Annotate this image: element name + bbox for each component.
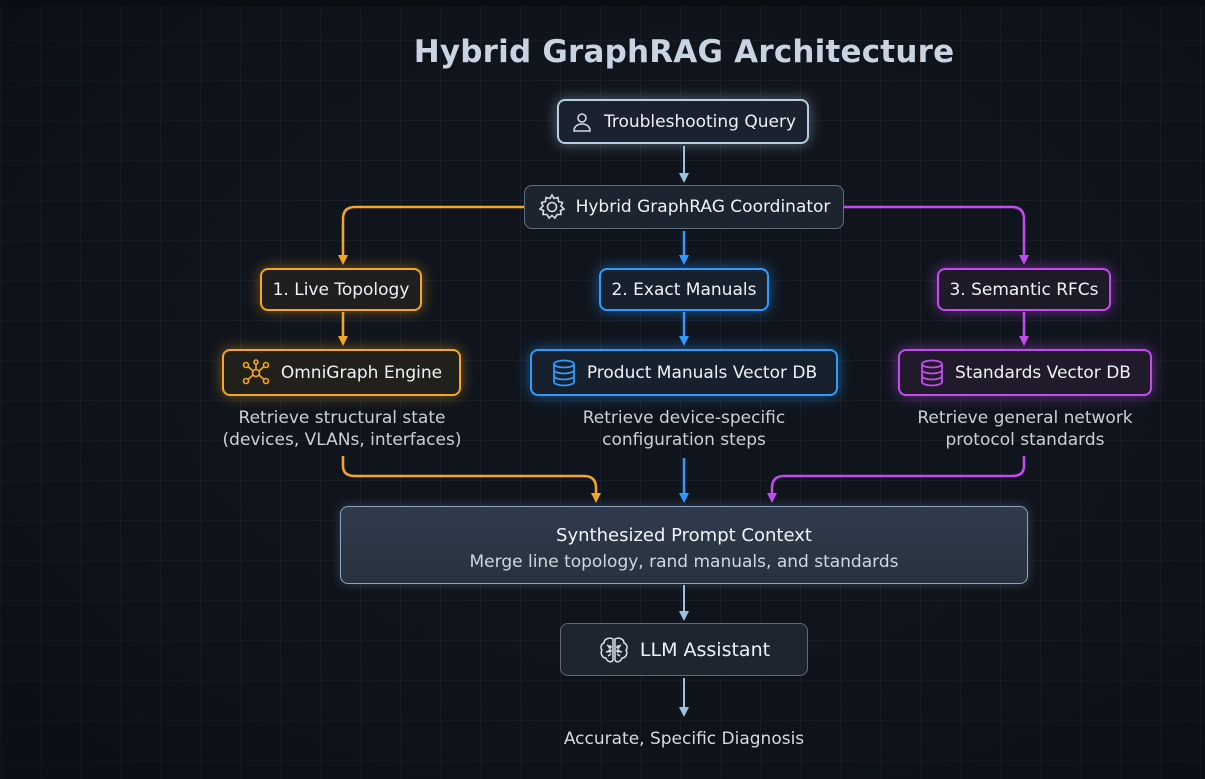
graph-network-icon [242, 358, 270, 384]
live-topology-node[interactable]: 1. Live Topology [260, 268, 422, 311]
gear-icon [538, 193, 565, 220]
troubleshooting-query-node[interactable]: Troubleshooting Query [557, 99, 809, 144]
brain-icon [600, 636, 628, 662]
synthesized-subtitle: Merge line topology, rand manuals, and s… [469, 552, 899, 572]
omnigraph-engine-node[interactable]: OmniGraph Engine [222, 349, 461, 396]
omnigraph-description-line-2: (devices, VLANs, interfaces) [222, 430, 462, 450]
exact-manuals-label: 2. Exact Manuals [611, 279, 757, 300]
standards-description-line-2: protocol standards [945, 430, 1105, 450]
standards-description-line-1: Retrieve general network [917, 408, 1133, 428]
diagram-title: Hybrid GraphRAG Architecture [413, 34, 955, 70]
llm-assistant-label: LLM Assistant [639, 638, 771, 661]
product-manuals-description-line-2: configuration steps [602, 430, 766, 450]
coordinator-node[interactable]: Hybrid GraphRAG Coordinator [524, 185, 844, 229]
llm-assistant-node[interactable]: LLM Assistant [560, 623, 808, 676]
exact-manuals-node[interactable]: 2. Exact Manuals [599, 268, 769, 311]
omnigraph-description-line-1: Retrieve structural state [238, 408, 446, 428]
coordinator-label: Hybrid GraphRAG Coordinator [575, 197, 831, 217]
database-icon [552, 359, 575, 386]
semantic-rfcs-label: 3. Semantic RFCs [949, 279, 1099, 300]
omnigraph-engine-label: OmniGraph Engine [280, 362, 443, 383]
semantic-rfcs-node[interactable]: 3. Semantic RFCs [937, 268, 1111, 311]
standards-description: Retrieve general network protocol standa… [875, 407, 1175, 451]
standards-db-node[interactable]: Standards Vector DB [898, 349, 1152, 396]
synthesized-prompt-context-node[interactable]: Synthesized Prompt Context Merge line to… [340, 506, 1028, 584]
live-topology-label: 1. Live Topology [272, 279, 410, 300]
diagnosis-output-label: Accurate, Specific Diagnosis [563, 729, 805, 749]
product-manuals-description: Retrieve device-specific configuration s… [534, 407, 834, 451]
arrow-coordinator-to-live-topology [338, 205, 524, 265]
arrow-coordinator-to-semantic-rfcs [844, 205, 1029, 265]
database-icon [921, 359, 943, 386]
user-icon [573, 112, 591, 132]
product-manuals-db-label: Product Manuals Vector DB [586, 362, 818, 383]
synthesized-title: Synthesized Prompt Context [556, 525, 812, 546]
product-manuals-description-line-1: Retrieve device-specific [582, 408, 786, 428]
troubleshooting-query-label: Troubleshooting Query [603, 111, 797, 132]
diagram-canvas: Hybrid GraphRAG Architecture Troubleshoo… [0, 0, 1205, 779]
arrow-omnigraph-to-synthesized [341, 456, 601, 503]
arrow-standards-db-to-synthesized [767, 456, 1026, 503]
standards-db-label: Standards Vector DB [955, 362, 1131, 383]
product-manuals-db-node[interactable]: Product Manuals Vector DB [530, 349, 838, 396]
omnigraph-description: Retrieve structural state (devices, VLAN… [192, 407, 492, 451]
